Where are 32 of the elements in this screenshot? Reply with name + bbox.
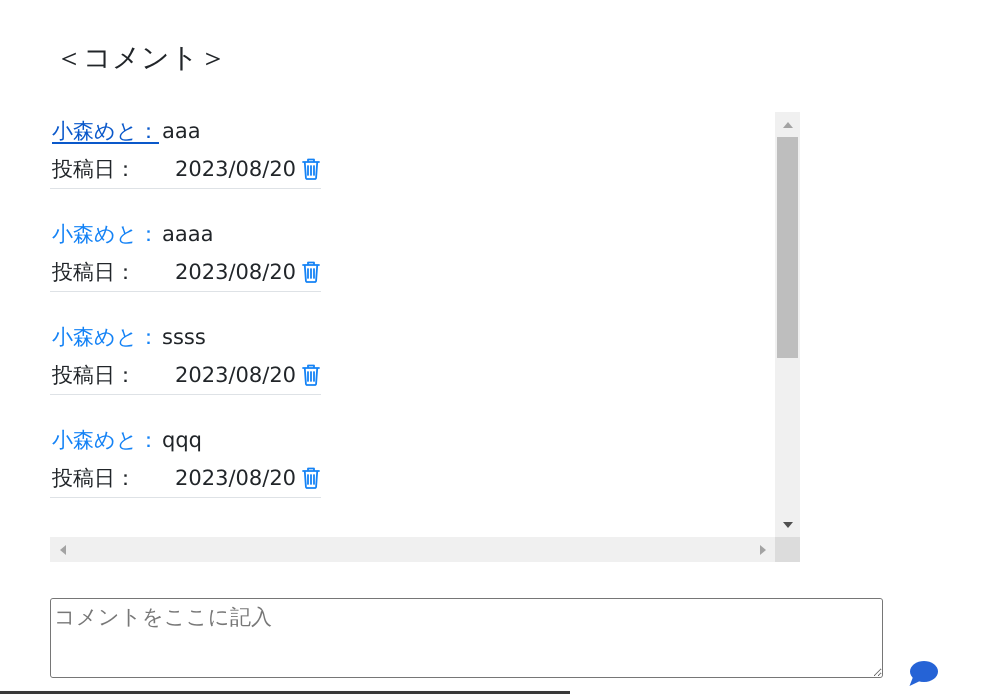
trash-icon[interactable]: [302, 364, 320, 386]
arrow-down-icon[interactable]: [782, 520, 792, 528]
arrow-up-icon[interactable]: [782, 120, 792, 128]
post-date: 2023/08/20: [175, 156, 296, 183]
section-title: ＜コメント＞: [55, 40, 227, 76]
vertical-scrollbar[interactable]: [775, 112, 800, 537]
author-link[interactable]: 小森めと：: [52, 426, 159, 454]
horizontal-scrollbar[interactable]: [50, 537, 775, 562]
comment-text: ssss: [162, 324, 206, 351]
post-date: 2023/08/20: [175, 362, 296, 389]
comment-input[interactable]: コメントをここに記入: [50, 598, 883, 678]
trash-icon[interactable]: [302, 158, 320, 180]
author-link[interactable]: 小森めと：: [52, 323, 159, 351]
scrollbar-thumb[interactable]: [777, 137, 798, 358]
page-scrollbar-thumb[interactable]: [0, 691, 570, 694]
post-date: 2023/08/20: [175, 465, 296, 492]
post-date: 2023/08/20: [175, 259, 296, 286]
comment-text: aaa: [162, 118, 201, 145]
date-label: 投稿日：: [52, 156, 137, 183]
author-link[interactable]: 小森めと：: [52, 220, 159, 248]
comment-text: qqq: [162, 427, 202, 454]
arrow-right-icon[interactable]: [758, 544, 766, 554]
arrow-left-icon[interactable]: [58, 544, 66, 554]
date-label: 投稿日：: [52, 362, 137, 389]
trash-icon[interactable]: [302, 261, 320, 283]
scrollbar-corner: [775, 537, 800, 562]
comment-text: aaaa: [162, 221, 214, 248]
date-label: 投稿日：: [52, 259, 137, 286]
author-link[interactable]: 小森めと：: [52, 117, 159, 145]
trash-icon[interactable]: [302, 467, 320, 489]
date-label: 投稿日：: [52, 465, 137, 492]
chat-bubble-icon[interactable]: [908, 660, 938, 686]
